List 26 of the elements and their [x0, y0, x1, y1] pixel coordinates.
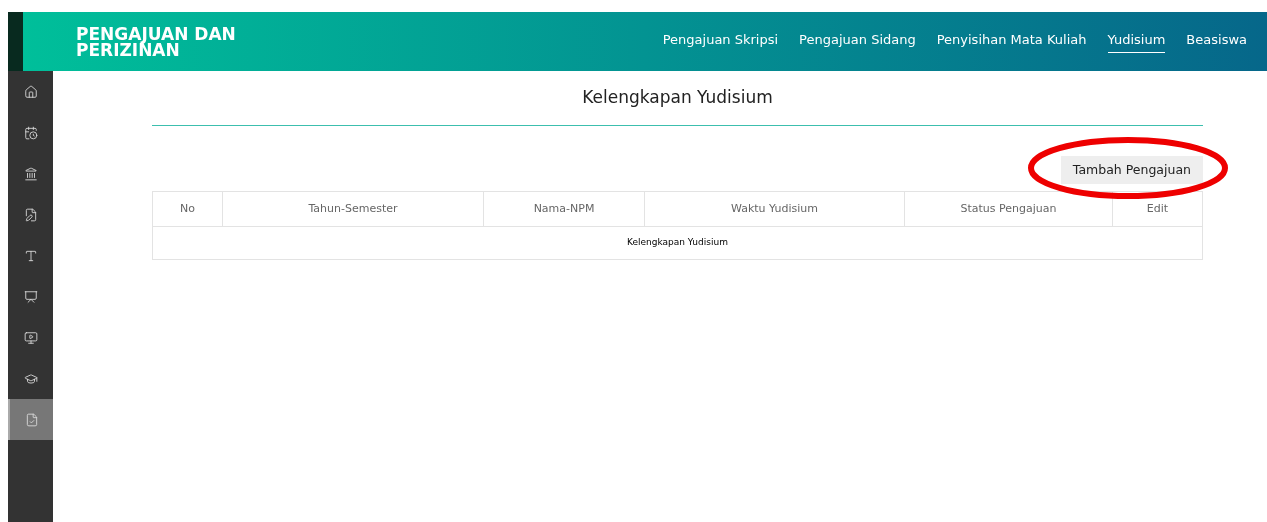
app-title: PENGAJUAN DAN PERIZINAN — [76, 25, 237, 58]
nav-link[interactable]: Beasiswa — [1186, 30, 1247, 53]
checklist-icon — [24, 412, 39, 427]
nav-link[interactable]: Pengajuan Sidang — [799, 30, 916, 53]
column-header: Tahun-Semester — [223, 192, 484, 226]
text-icon — [23, 248, 38, 263]
column-header: Edit — [1145, 200, 1170, 217]
nav-link[interactable]: Pengajuan Skripsi — [662, 30, 779, 53]
presentation-icon — [23, 289, 38, 304]
graduation-cap-icon — [23, 371, 38, 386]
document-edit-icon — [23, 207, 38, 222]
nav-link[interactable]: Yudisium — [1107, 30, 1166, 53]
column-header: Status Pengajuan — [905, 192, 1113, 226]
column-header: No — [153, 192, 223, 226]
nav-link[interactable]: Penyisihan Mata Kuliah — [936, 30, 1087, 53]
home-icon — [23, 84, 38, 99]
calendar-clock-icon — [23, 125, 38, 140]
add-submission-button[interactable]: Tambah Pengajuan — [1060, 156, 1203, 184]
building-icon — [23, 166, 38, 181]
sidebar-item[interactable] — [8, 399, 53, 440]
page-title: Kelengkapan Yudisium — [582, 86, 773, 110]
column-header: Nama-NPM — [484, 192, 645, 226]
screen-icon — [23, 330, 38, 345]
header-corner — [8, 12, 23, 71]
column-header: Waktu Yudisium — [645, 192, 905, 226]
empty-message: Kelengkapan Yudisium — [627, 236, 728, 250]
